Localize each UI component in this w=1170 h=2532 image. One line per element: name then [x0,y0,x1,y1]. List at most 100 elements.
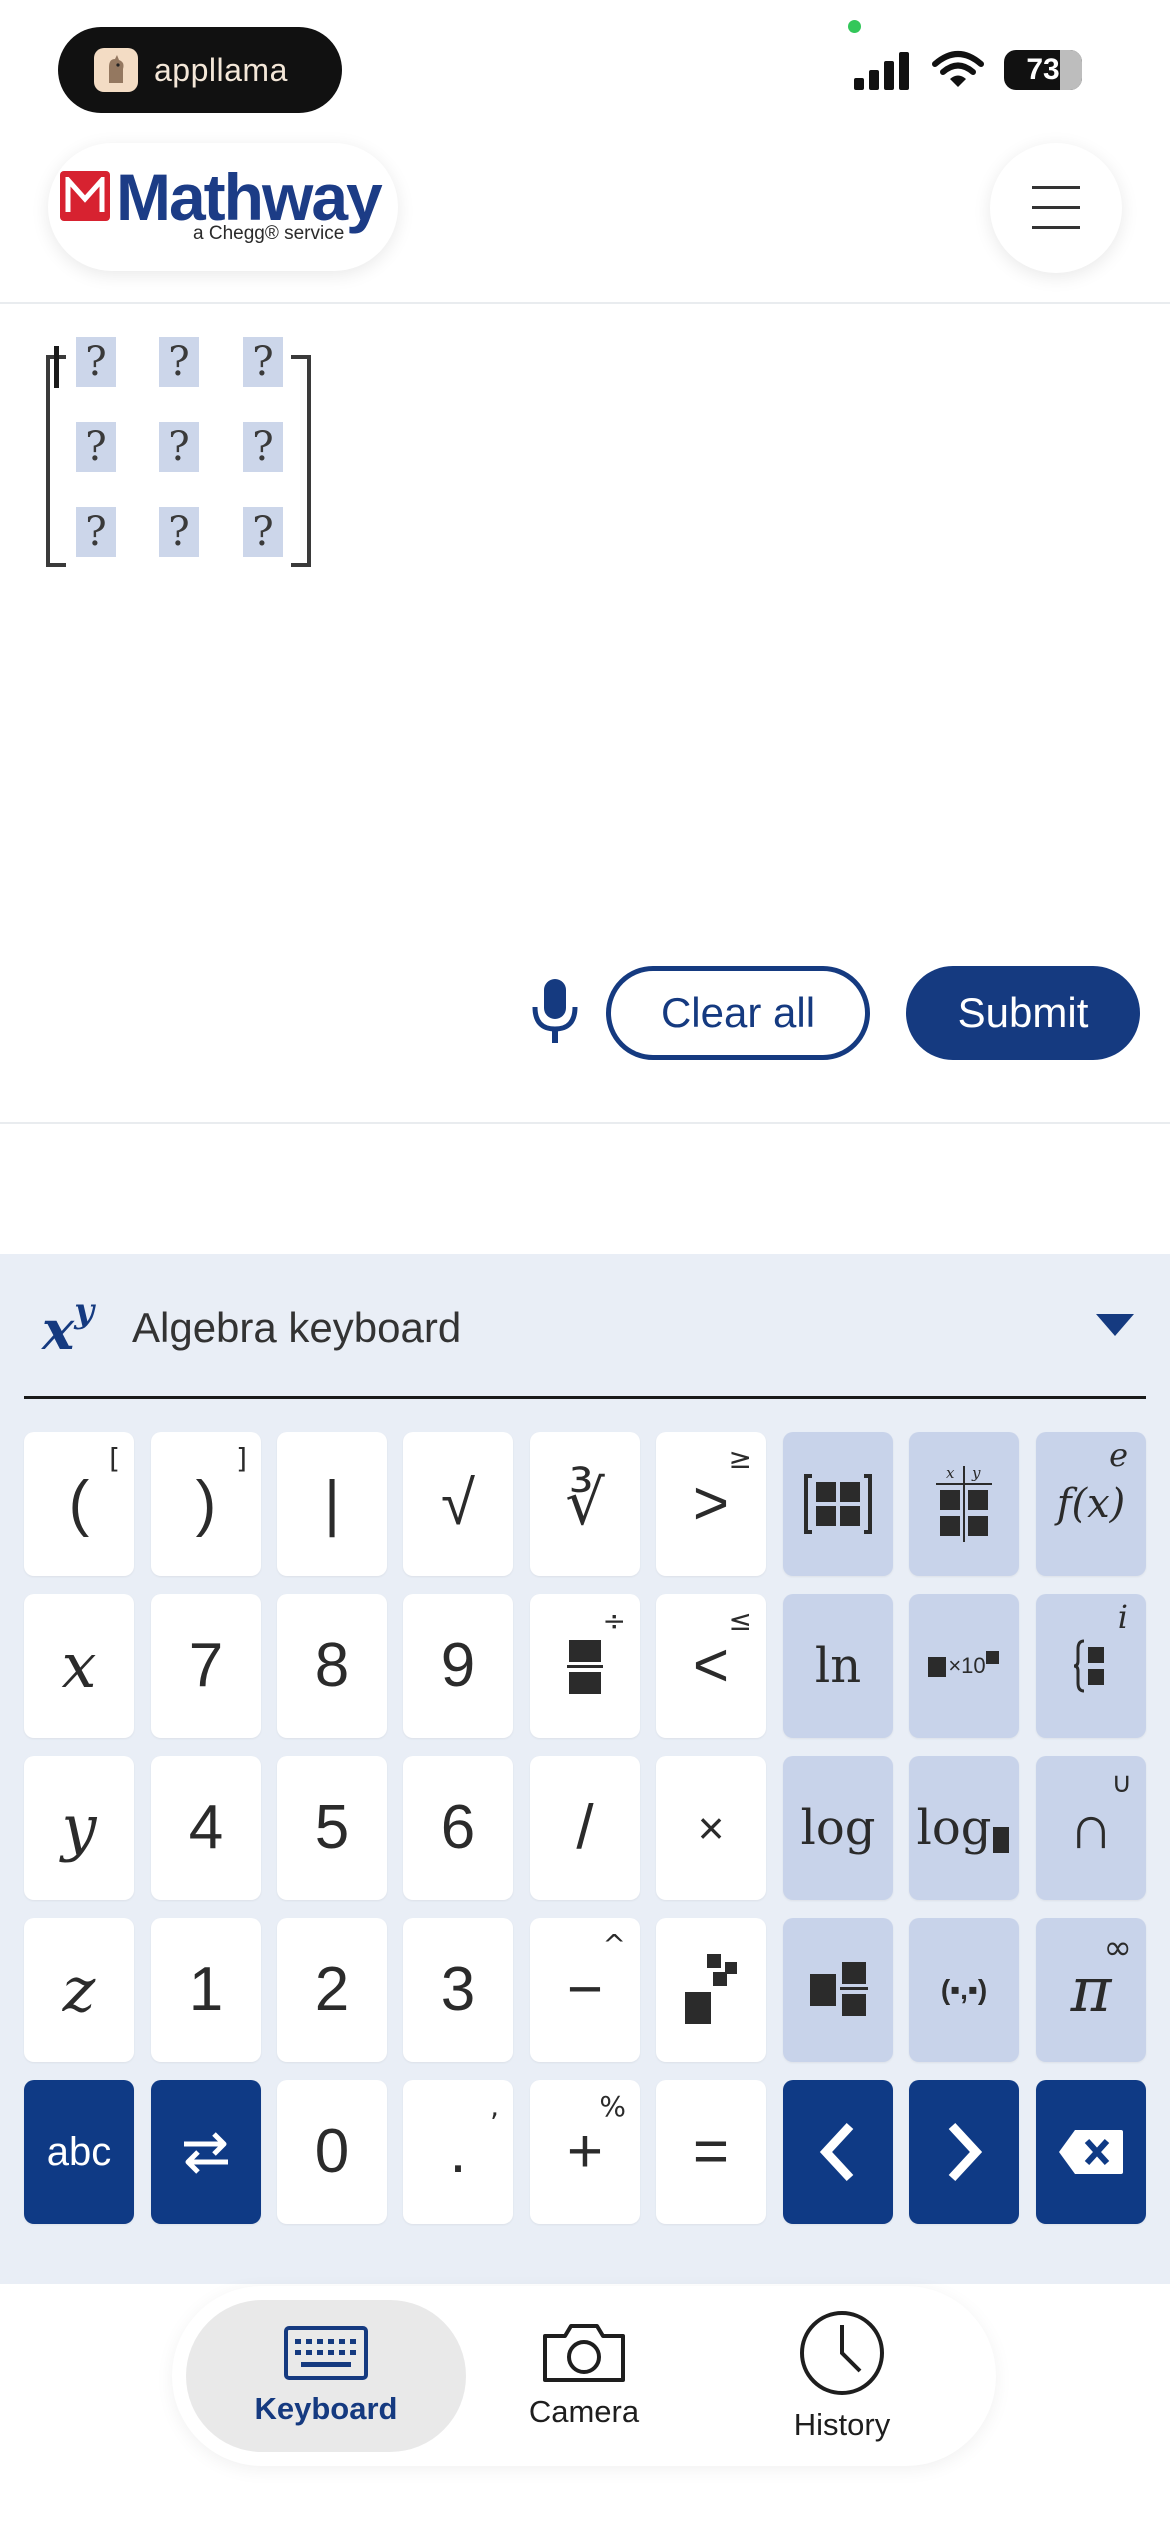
voice-input-button[interactable] [520,972,590,1052]
key-mixed-number[interactable] [783,1918,893,2062]
key-x[interactable]: x [24,1594,134,1738]
key-square-root[interactable]: √ [403,1432,513,1576]
key-abc[interactable]: abc [24,2080,134,2224]
backspace-icon [1059,2130,1123,2174]
key-9[interactable]: 9 [403,1594,513,1738]
tab-camera-label: Camera [528,2394,640,2429]
key-log[interactable]: log [783,1756,893,1900]
keyboard-type-icon: xy [42,1291,94,1362]
text-caret [54,346,59,388]
key-cursor-right[interactable] [909,2080,1019,2224]
key-nth-root[interactable]: ∛ [530,1432,640,1576]
key-2[interactable]: 2 [277,1918,387,2062]
tab-history[interactable]: History [702,2300,982,2452]
mathway-logo[interactable]: Mathway a Chegg® service [48,143,398,271]
key-table[interactable]: x y [909,1432,1019,1576]
key-open-paren[interactable]: ([ [24,1432,134,1576]
matrix-cell[interactable]: ? [76,507,116,557]
key-ln[interactable]: ln [783,1594,893,1738]
key-fraction[interactable]: ÷ [530,1594,640,1738]
matrix-cell[interactable]: ? [159,507,199,557]
llama-icon [94,48,138,92]
key-piecewise[interactable]: i [1036,1594,1146,1738]
subscript-box-icon [993,1827,1010,1853]
key-swap[interactable] [151,2080,261,2224]
fraction-icon [567,1640,603,1694]
key-matrix[interactable] [783,1432,893,1576]
matrix-right-bracket [291,355,311,567]
key-ordered-pair[interactable]: (▪,▪) [909,1918,1019,2062]
keyboard-selector[interactable]: xy Algebra keyboard [0,1254,1170,1398]
key-6[interactable]: 6 [403,1756,513,1900]
bottom-tab-bar: Keyboard Camera History [172,2286,996,2466]
scientific-notation-icon [928,1657,947,1677]
key-5[interactable]: 5 [277,1756,387,1900]
key-exponent[interactable] [656,1918,766,2062]
camera-icon [543,2324,625,2382]
matrix-cell[interactable]: ? [76,337,116,387]
matrix-cell[interactable]: ? [243,337,283,387]
matrix-cell[interactable]: ? [243,507,283,557]
clock-icon [800,2311,884,2395]
key-y[interactable]: y [24,1756,134,1900]
key-z[interactable]: z [24,1918,134,2062]
matrix-cell[interactable]: ? [76,422,116,472]
mixed-fraction-icon [810,1962,868,2016]
key-cursor-left[interactable] [783,2080,893,2224]
menu-button[interactable] [990,143,1122,273]
key-pi[interactable]: π ∞ [1036,1918,1146,2062]
svg-text:y: y [971,1464,981,1482]
swap-arrows-icon [184,2132,228,2174]
key-slash[interactable]: / [530,1756,640,1900]
key-less-than[interactable]: < ≤ [656,1594,766,1738]
mic-indicator-dot [848,20,861,33]
key-7[interactable]: 7 [151,1594,261,1738]
key-0[interactable]: 0 [277,2080,387,2224]
matrix-cell[interactable]: ? [243,422,283,472]
key-1[interactable]: 1 [151,1918,261,2062]
action-divider [0,1122,1170,1124]
app-pill-label: appllama [154,51,288,88]
app-pill[interactable]: appllama [58,27,342,113]
keyboard-title: Algebra keyboard [132,1304,462,1351]
tab-camera[interactable]: Camera [444,2300,724,2452]
submit-button[interactable]: Submit [906,966,1140,1060]
key-function[interactable]: f(x) e [1036,1432,1146,1576]
key-scientific-notation[interactable]: ×10 [909,1594,1019,1738]
battery-level: 73 [1026,53,1060,86]
key-minus[interactable]: − ^ [530,1918,640,2062]
key-decimal[interactable]: ., [403,2080,513,2224]
tab-keyboard[interactable]: Keyboard [186,2300,466,2452]
math-keyboard: xy Algebra keyboard ([ )] | √ ∛ >≥ x y [0,1254,1170,2284]
key-close-paren[interactable]: )] [151,1432,261,1576]
tab-keyboard-label: Keyboard [254,2391,398,2426]
key-plus[interactable]: +% [530,2080,640,2224]
key-3[interactable]: 3 [403,1918,513,2062]
key-equals[interactable]: = [656,2080,766,2224]
matrix-cell[interactable]: ? [159,337,199,387]
status-icons: 73 [852,50,1082,90]
clear-all-button[interactable]: Clear all [606,966,870,1060]
matrix-cell[interactable]: ? [159,422,199,472]
wifi-icon [932,51,984,87]
table-template-icon: x y [936,1464,992,1542]
battery-indicator: 73 [1004,50,1082,90]
chevron-down-icon[interactable] [1096,1314,1134,1336]
matrix-input[interactable]: ? ? ? ? ? ? ? ? ? [46,337,316,570]
chevron-left-icon [819,2122,854,2182]
piecewise-icon [1074,1639,1104,1693]
key-8[interactable]: 8 [277,1594,387,1738]
key-4[interactable]: 4 [151,1756,261,1900]
key-log-base[interactable]: log [909,1756,1019,1900]
hamburger-menu-icon [1032,186,1080,229]
key-absolute-value[interactable]: | [277,1432,387,1576]
svg-text:x: x [946,1464,955,1482]
microphone-icon [532,979,578,1043]
mathway-mark-icon [60,171,110,221]
key-multiply[interactable]: × [656,1756,766,1900]
key-intersection[interactable]: ∩ ∪ [1036,1756,1146,1900]
cellular-signal-icon [854,52,909,90]
keyboard-divider [24,1396,1146,1399]
key-backspace[interactable] [1036,2080,1146,2224]
key-greater-than[interactable]: > ≥ [656,1432,766,1576]
